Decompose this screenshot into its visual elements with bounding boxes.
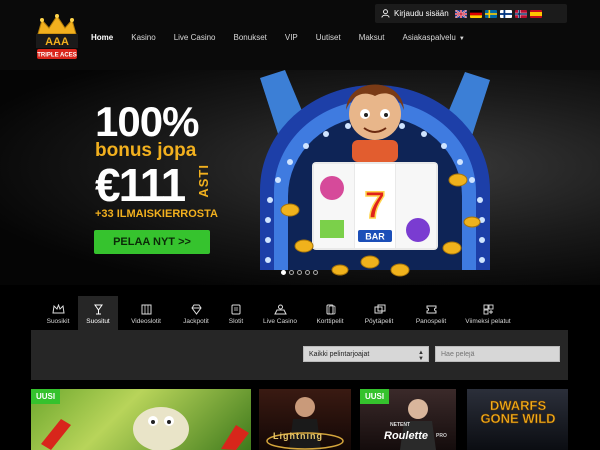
flag-spain-icon[interactable]: [529, 9, 542, 18]
tab-slotit[interactable]: Slotit: [218, 296, 254, 330]
new-badge: UUSI: [31, 389, 61, 404]
game-title: DWARFS GONE WILD: [480, 398, 556, 426]
game-grid: UUSI Lightning UUSI NETENT Roulette PRO …: [31, 389, 568, 450]
nav-maksut[interactable]: Maksut: [359, 33, 385, 42]
diamond-icon: [190, 304, 202, 315]
login-button[interactable]: Kirjaudu sisään: [375, 9, 449, 18]
promo-free-spins: +33 ILMAISKIERROSTA: [95, 208, 218, 220]
site-header: AAA TRIPLE ACES Home Kasino Live Casino …: [0, 0, 600, 70]
tab-korttipelit[interactable]: Korttipelit: [306, 296, 354, 330]
slider-dot[interactable]: [297, 270, 302, 275]
game-artwork: [41, 407, 249, 450]
tab-label: Viimeksi pelatut: [465, 318, 511, 325]
tab-viimeksi-pelatut[interactable]: Viimeksi pelatut: [458, 296, 518, 330]
tab-panospelit[interactable]: Panospelit: [404, 296, 458, 330]
tab-label: Videoslotit: [131, 318, 161, 325]
tab-poytapelit[interactable]: Pöytäpelit: [354, 296, 404, 330]
tab-suositut[interactable]: Suositut: [78, 296, 118, 330]
tab-suosikit[interactable]: Suosikit: [38, 296, 78, 330]
nav-live-casino[interactable]: Live Casino: [174, 33, 216, 42]
promo-headline: 100%: [95, 98, 199, 145]
tab-label: Jackpotit: [183, 318, 209, 325]
slider-dot[interactable]: [305, 270, 310, 275]
flag-norway-icon[interactable]: [514, 9, 527, 18]
nav-bonukset[interactable]: Bonukset: [234, 33, 267, 42]
tab-label: Live Casino: [263, 318, 297, 325]
tab-videoslotit[interactable]: Videoslotit: [118, 296, 174, 330]
chips-icon: [374, 304, 385, 314]
language-flags: [454, 9, 542, 18]
account-bar: Kirjaudu sisään: [375, 4, 567, 23]
promo-amount: €111: [95, 159, 186, 211]
tab-label: Suosikit: [46, 318, 70, 325]
flag-germany-icon[interactable]: [469, 9, 482, 18]
slot-machine-illustration: 7 BAR: [260, 70, 490, 277]
game-category-tabs: Suosikit Suositut Videoslotit Jackpotit …: [38, 296, 566, 330]
game-title: Roulette: [384, 430, 428, 442]
caret-down-icon: ▼: [458, 36, 465, 42]
slot-seven-symbol: 7: [364, 185, 385, 227]
slider-dot[interactable]: [289, 270, 294, 275]
dealer-icon: [273, 304, 287, 315]
tab-label: Korttipelit: [316, 318, 344, 325]
slider-dot[interactable]: [281, 270, 286, 275]
tab-label: Slotit: [228, 318, 244, 325]
history-icon: [483, 304, 493, 315]
game-tile[interactable]: UUSI NETENT Roulette PRO: [360, 389, 456, 450]
game-provider: NETENT: [390, 422, 410, 428]
tab-label: Pöytäpelit: [364, 318, 394, 325]
ticket-icon: [426, 305, 436, 314]
nav-kasino[interactable]: Kasino: [131, 33, 155, 42]
triple-aces-logo[interactable]: AAA TRIPLE ACES: [34, 14, 80, 62]
login-label: Kirjaudu sisään: [394, 9, 449, 18]
game-tile[interactable]: DWARFS GONE WILD: [467, 389, 568, 450]
game-title: Lightning: [273, 431, 323, 441]
nav-asiakaspalvelu-label: Asiakaspalvelu: [402, 33, 456, 42]
game-search-input[interactable]: [435, 346, 560, 362]
game-filter-bar: Kaikki pelintarjoajat ▲ ▼: [31, 330, 568, 380]
nav-uutiset[interactable]: Uutiset: [316, 33, 341, 42]
cocktail-icon: [93, 304, 103, 315]
tab-jackpotit[interactable]: Jackpotit: [174, 296, 218, 330]
new-badge: UUSI: [360, 389, 390, 404]
flag-finland-icon[interactable]: [499, 9, 512, 18]
flag-uk-icon[interactable]: [454, 9, 467, 18]
crown-icon: [51, 304, 65, 314]
provider-select[interactable]: Kaikki pelintarjoajat ▲ ▼: [303, 346, 429, 362]
tab-label: Panospelit: [415, 318, 447, 325]
main-nav: Home Kasino Live Casino Bonukset VIP Uut…: [91, 33, 483, 42]
slider-dot[interactable]: [313, 270, 318, 275]
slider-dots: [281, 270, 318, 275]
tab-live-casino[interactable]: Live Casino: [254, 296, 306, 330]
promo-amount-suffix: ASTI: [196, 164, 211, 198]
nav-asiakaspalvelu[interactable]: Asiakaspalvelu ▼: [402, 33, 464, 42]
nav-vip[interactable]: VIP: [285, 33, 298, 42]
game-title-suffix: PRO: [436, 433, 447, 439]
slot-bar-symbol: BAR: [365, 232, 385, 242]
nav-home[interactable]: Home: [91, 33, 113, 42]
slot-reels-icon: [141, 304, 151, 315]
play-now-button[interactable]: PELAA NYT >>: [94, 230, 210, 254]
game-tile[interactable]: Lightning: [259, 389, 351, 450]
hero-banner: 100% bonus jopa €111 ASTI +33 ILMAISKIER…: [0, 70, 600, 285]
flag-sweden-icon[interactable]: [484, 9, 497, 18]
provider-select-value: Kaikki pelintarjoajat: [309, 350, 370, 358]
cards-icon: [326, 304, 335, 315]
tab-label: Suositut: [86, 318, 110, 325]
user-icon: [381, 9, 390, 18]
slot-machine-icon: [231, 304, 240, 315]
svg-text:AAA: AAA: [45, 36, 69, 48]
game-tile[interactable]: UUSI: [31, 389, 251, 450]
svg-text:TRIPLE ACES: TRIPLE ACES: [37, 53, 76, 59]
select-arrows-icon: ▲ ▼: [418, 350, 424, 362]
